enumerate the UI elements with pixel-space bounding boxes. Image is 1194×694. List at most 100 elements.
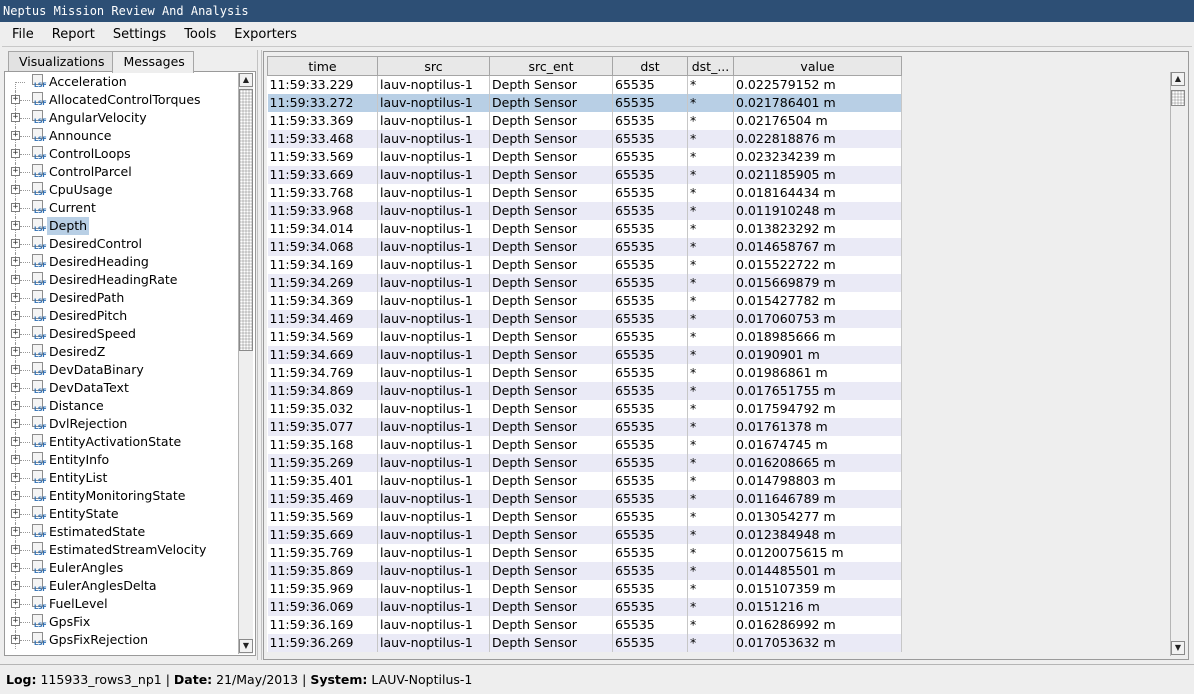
table-row[interactable]: 11:59:35.869 lauv-noptilus-1 Depth Sensor 6… — [267, 561, 902, 580]
tree-node[interactable]: + LSF DesiredZ — [6, 343, 236, 361]
expand-toggle-icon[interactable]: + — [11, 203, 20, 212]
tree-scrollbar[interactable]: ▲ ▼ — [238, 73, 253, 654]
table-row[interactable]: 11:59:36.269 lauv-noptilus-1 Depth Sensor 6… — [267, 633, 902, 652]
tab-visualizations[interactable]: Visualizations — [8, 51, 114, 72]
expand-toggle-icon[interactable]: + — [11, 383, 20, 392]
table-row[interactable]: 11:59:35.269 lauv-noptilus-1 Depth Sensor 6… — [267, 453, 902, 472]
column-header-src-ent[interactable]: src_ent — [489, 56, 613, 76]
tree-node[interactable]: + LSF GpsFix — [6, 613, 236, 631]
table-row[interactable]: 11:59:35.469 lauv-noptilus-1 Depth Sensor 6… — [267, 489, 902, 508]
scroll-up-arrow-icon[interactable]: ▲ — [239, 73, 253, 87]
expand-toggle-icon[interactable]: + — [11, 311, 20, 320]
table-row[interactable]: 11:59:35.077 lauv-noptilus-1 Depth Sensor 6… — [267, 417, 902, 436]
scroll-down-arrow-icon[interactable]: ▼ — [1171, 641, 1185, 655]
table-row[interactable]: 11:59:35.168 lauv-noptilus-1 Depth Sensor 6… — [267, 435, 902, 454]
menu-tools[interactable]: Tools — [174, 22, 224, 47]
menu-report[interactable]: Report — [42, 22, 103, 47]
expand-toggle-icon[interactable]: + — [11, 473, 20, 482]
expand-toggle-icon[interactable]: + — [11, 509, 20, 518]
tree-node[interactable]: + LSF DesiredPitch — [6, 307, 236, 325]
tree-scroll-thumb[interactable] — [239, 89, 253, 351]
tree-node[interactable]: + LSF EstimatedStreamVelocity — [6, 541, 236, 559]
tab-messages[interactable]: Messages — [112, 51, 194, 73]
table-row[interactable]: 11:59:33.468 lauv-noptilus-1 Depth Sensor 6… — [267, 129, 902, 148]
tree-node[interactable]: + LSF EntityInfo — [6, 451, 236, 469]
expand-toggle-icon[interactable]: + — [11, 455, 20, 464]
menu-settings[interactable]: Settings — [103, 22, 174, 47]
expand-toggle-icon[interactable]: + — [11, 563, 20, 572]
tree-node[interactable]: + LSF EntityActivationState — [6, 433, 236, 451]
table-row[interactable]: 11:59:34.269 lauv-noptilus-1 Depth Sensor 6… — [267, 273, 902, 292]
tree-node[interactable]: + LSF DesiredControl — [6, 235, 236, 253]
table-row[interactable]: 11:59:35.769 lauv-noptilus-1 Depth Sensor 6… — [267, 543, 902, 562]
column-header-value[interactable]: value — [733, 56, 902, 76]
table-row[interactable]: 11:59:33.569 lauv-noptilus-1 Depth Sensor 6… — [267, 147, 902, 166]
tree-node[interactable]: + LSF Current — [6, 199, 236, 217]
table-row[interactable]: 11:59:33.229 lauv-noptilus-1 Depth Sensor 6… — [267, 75, 902, 94]
menu-file[interactable]: File — [2, 22, 42, 47]
tree-node[interactable]: + LSF EulerAnglesDelta — [6, 577, 236, 595]
expand-toggle-icon[interactable]: + — [11, 635, 20, 644]
expand-toggle-icon[interactable]: + — [11, 347, 20, 356]
table-row[interactable]: 11:59:33.768 lauv-noptilus-1 Depth Sensor 6… — [267, 183, 902, 202]
tree-node[interactable]: + LSF Announce — [6, 127, 236, 145]
scroll-up-arrow-icon[interactable]: ▲ — [1171, 72, 1185, 86]
table-row[interactable]: 11:59:36.169 lauv-noptilus-1 Depth Sensor 6… — [267, 615, 902, 634]
table-row[interactable]: 11:59:34.469 lauv-noptilus-1 Depth Sensor 6… — [267, 309, 902, 328]
expand-toggle-icon[interactable]: + — [11, 275, 20, 284]
table-row[interactable]: 11:59:34.068 lauv-noptilus-1 Depth Sensor 6… — [267, 237, 902, 256]
tree-node[interactable]: + LSF DesiredSpeed — [6, 325, 236, 343]
table-row[interactable]: 11:59:34.014 lauv-noptilus-1 Depth Sensor 6… — [267, 219, 902, 238]
table-row[interactable]: 11:59:34.769 lauv-noptilus-1 Depth Sensor 6… — [267, 363, 902, 382]
expand-toggle-icon[interactable]: + — [11, 329, 20, 338]
tree-node[interactable]: + LSF EstimatedState — [6, 523, 236, 541]
expand-toggle-icon[interactable]: + — [11, 617, 20, 626]
table-row[interactable]: 11:59:35.401 lauv-noptilus-1 Depth Sensor 6… — [267, 471, 902, 490]
tree-node[interactable]: + LSF AllocatedControlTorques — [6, 91, 236, 109]
column-header-dst[interactable]: dst — [612, 56, 688, 76]
table-row[interactable]: 11:59:34.869 lauv-noptilus-1 Depth Sensor 6… — [267, 381, 902, 400]
tree-node[interactable]: + LSF EntityMonitoringState — [6, 487, 236, 505]
tree-node[interactable]: + LSF AngularVelocity — [6, 109, 236, 127]
table-row[interactable]: 11:59:33.669 lauv-noptilus-1 Depth Sensor 6… — [267, 165, 902, 184]
tree-node[interactable]: + LSF EulerAngles — [6, 559, 236, 577]
table-row[interactable]: 11:59:33.968 lauv-noptilus-1 Depth Sensor 6… — [267, 201, 902, 220]
expand-toggle-icon[interactable]: + — [11, 257, 20, 266]
table-row[interactable]: 11:59:34.669 lauv-noptilus-1 Depth Sensor 6… — [267, 345, 902, 364]
expand-toggle-icon[interactable]: + — [11, 599, 20, 608]
expand-toggle-icon[interactable]: + — [11, 581, 20, 590]
scroll-down-arrow-icon[interactable]: ▼ — [239, 639, 253, 653]
expand-toggle-icon[interactable]: + — [11, 401, 20, 410]
expand-toggle-icon[interactable]: + — [11, 131, 20, 140]
table-row[interactable]: 11:59:34.369 lauv-noptilus-1 Depth Sensor 6… — [267, 291, 902, 310]
expand-toggle-icon[interactable]: + — [11, 545, 20, 554]
column-header-time[interactable]: time — [267, 56, 378, 76]
tree-node[interactable]: + LSF DevDataBinary — [6, 361, 236, 379]
tree-node[interactable]: + LSF EntityList — [6, 469, 236, 487]
menu-exporters[interactable]: Exporters — [224, 22, 305, 47]
tree-node[interactable]: + LSF DesiredHeadingRate — [6, 271, 236, 289]
table-row[interactable]: 11:59:35.569 lauv-noptilus-1 Depth Sensor 6… — [267, 507, 902, 526]
tree-node[interactable]: + LSF FuelLevel — [6, 595, 236, 613]
table-scroll-thumb[interactable] — [1171, 90, 1185, 106]
expand-toggle-icon[interactable]: + — [11, 437, 20, 446]
tree-node[interactable]: + LSF CpuUsage — [6, 181, 236, 199]
table-row[interactable]: 11:59:34.569 lauv-noptilus-1 Depth Sensor 6… — [267, 327, 902, 346]
expand-toggle-icon[interactable]: + — [11, 221, 20, 230]
table-row[interactable]: 11:59:33.272 lauv-noptilus-1 Depth Sensor 6… — [267, 93, 902, 112]
expand-toggle-icon[interactable]: + — [11, 239, 20, 248]
tree-node[interactable]: + LSF DvlRejection — [6, 415, 236, 433]
column-header-dst-ent[interactable]: dst_... — [687, 56, 734, 76]
tree-node[interactable]: + LSF GpsFixRejection — [6, 631, 236, 649]
tree-node[interactable]: LSF Acceleration — [6, 73, 236, 91]
column-header-src[interactable]: src — [377, 56, 490, 76]
tree-node[interactable]: + LSF ControlLoops — [6, 145, 236, 163]
expand-toggle-icon[interactable]: + — [11, 113, 20, 122]
expand-toggle-icon[interactable]: + — [11, 167, 20, 176]
expand-toggle-icon[interactable]: + — [11, 527, 20, 536]
table-row[interactable]: 11:59:35.669 lauv-noptilus-1 Depth Sensor 6… — [267, 525, 902, 544]
table-row[interactable]: 11:59:33.369 lauv-noptilus-1 Depth Sensor 6… — [267, 111, 902, 130]
tree-node[interactable]: + LSF ControlParcel — [6, 163, 236, 181]
table-row[interactable]: 11:59:35.032 lauv-noptilus-1 Depth Sensor 6… — [267, 399, 902, 418]
tree-node[interactable]: + LSF Distance — [6, 397, 236, 415]
